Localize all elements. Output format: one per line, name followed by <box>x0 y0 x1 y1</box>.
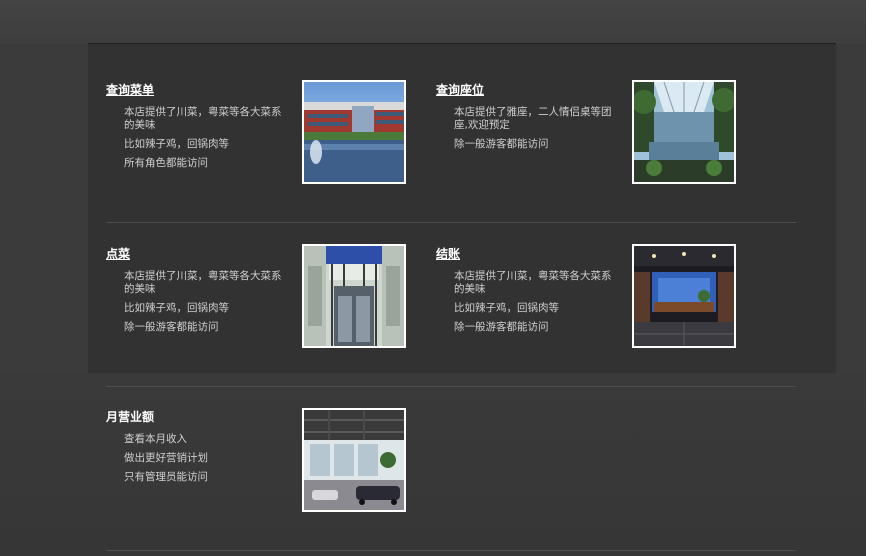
card-description: 本店提供了川菜，粤菜等各大菜系的美味 比如辣子鸡，回锅肉等 除一般游客都能访问 <box>124 270 284 334</box>
card-title-query-menu[interactable]: 查询菜单 <box>106 81 154 98</box>
description-line: 比如辣子鸡，回锅肉等 <box>454 302 559 314</box>
card-description: 查看本月收入 做出更好营销计划 只有管理员能访问 <box>124 433 284 484</box>
glass-atrium-photo[interactable] <box>632 80 736 184</box>
description-line: 所有角色都能访问 <box>124 157 208 169</box>
card-title-checkout[interactable]: 结账 <box>436 245 460 262</box>
card-title-order-dishes[interactable]: 点菜 <box>106 245 130 262</box>
description-line: 除一般游客都能访问 <box>124 321 219 333</box>
description-line: 本店提供了雅座，二人情侣桌等团座,欢迎预定 <box>454 106 612 131</box>
divider <box>106 550 796 551</box>
car-showroom-photo[interactable] <box>302 408 406 512</box>
card-title-monthly-revenue[interactable]: 月营业额 <box>106 408 154 425</box>
card-description: 本店提供了雅座，二人情侣桌等团座,欢迎预定 除一般游客都能访问 <box>454 106 614 151</box>
description-line: 比如辣子鸡，回锅肉等 <box>124 138 229 150</box>
description-line: 做出更好营销计划 <box>124 452 208 464</box>
lobby-interior-photo[interactable] <box>632 244 736 348</box>
description-line: 本店提供了川菜，粤菜等各大菜系的美味 <box>124 106 282 131</box>
top-band <box>0 0 866 44</box>
description-line: 比如辣子鸡，回锅肉等 <box>124 302 229 314</box>
description-line: 除一般游客都能访问 <box>454 321 549 333</box>
building-entrance-photo[interactable] <box>302 244 406 348</box>
card-description: 本店提供了川菜，粤菜等各大菜系的美味 比如辣子鸡，回锅肉等 所有角色都能访问 <box>124 106 284 170</box>
description-line: 只有管理员能访问 <box>124 471 208 483</box>
card-title-query-seats[interactable]: 查询座位 <box>436 81 484 98</box>
divider <box>106 386 796 387</box>
office-building-photo[interactable] <box>302 80 406 184</box>
description-line: 查看本月收入 <box>124 433 187 445</box>
right-margin-strip <box>866 0 886 556</box>
card-description: 本店提供了川菜，粤菜等各大菜系的美味 比如辣子鸡，回锅肉等 除一般游客都能访问 <box>454 270 614 334</box>
description-line: 本店提供了川菜，粤菜等各大菜系的美味 <box>124 270 282 295</box>
description-line: 本店提供了川菜，粤菜等各大菜系的美味 <box>454 270 612 295</box>
description-line: 除一般游客都能访问 <box>454 138 549 150</box>
divider <box>106 222 796 223</box>
